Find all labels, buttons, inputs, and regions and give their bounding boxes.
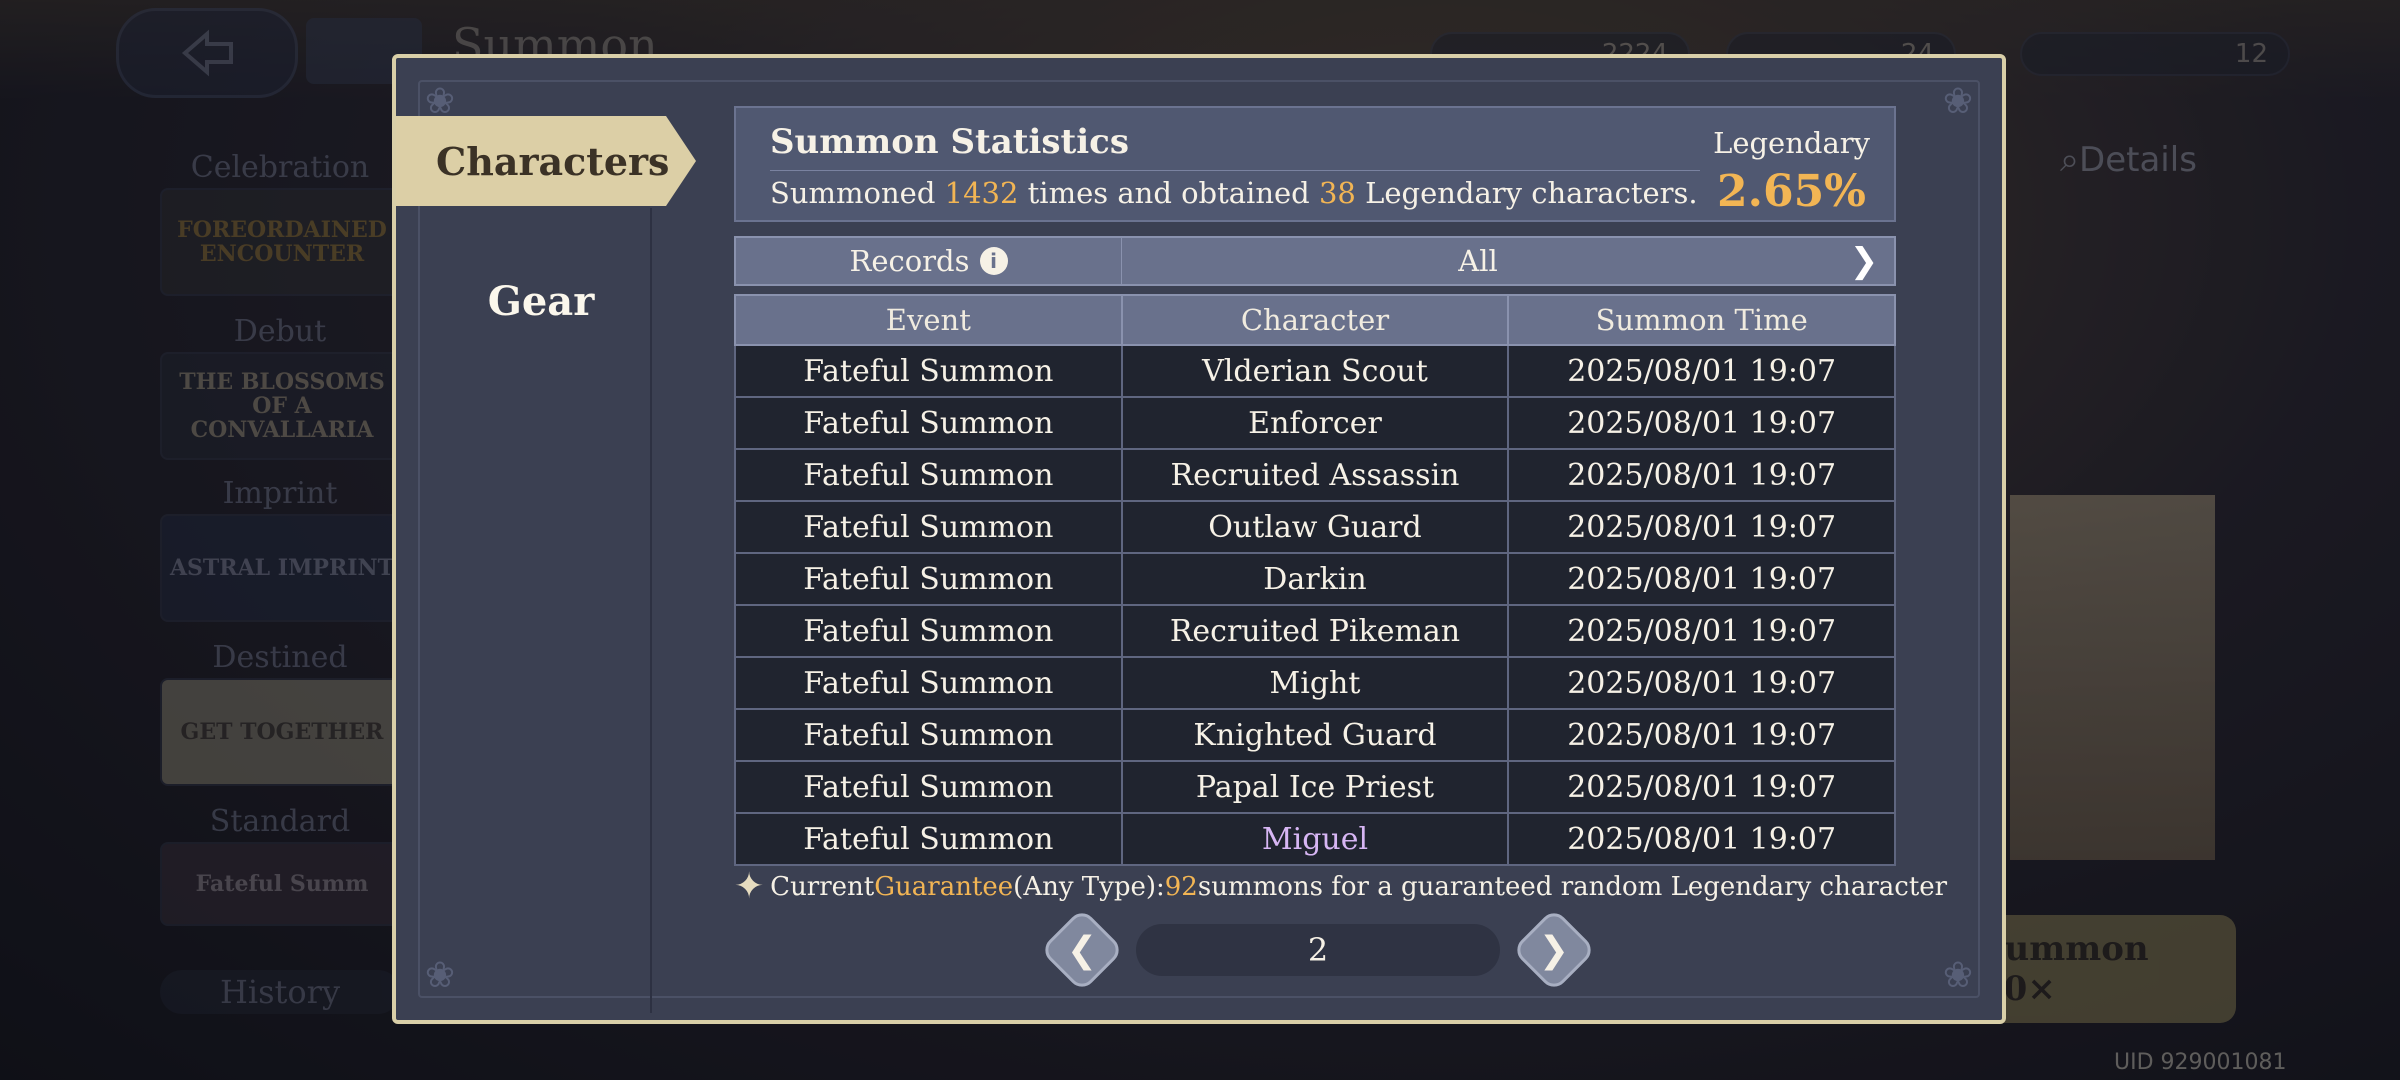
event-cell: Fateful Summon <box>734 656 1123 710</box>
column-header-event: Event <box>734 294 1123 346</box>
time-cell: 2025/08/01 19:07 <box>1507 708 1896 762</box>
guarantee-keyword: Guarantee <box>874 871 1014 902</box>
stats-title: Summon Statistics <box>770 122 1129 162</box>
time-cell: 2025/08/01 19:07 <box>1507 344 1896 398</box>
sparkle-icon: ✦ <box>734 866 765 907</box>
event-cell: Fateful Summon <box>734 604 1123 658</box>
legendary-rate: 2.65% <box>1717 166 1866 217</box>
guarantee-info: ✦ Current Guarantee (Any Type): 92 summo… <box>734 866 1948 907</box>
table-header-row: Event Character Summon Time <box>734 294 1896 346</box>
filter-dropdown[interactable]: All <box>1122 244 1834 278</box>
table-row: Fateful Summon Might 2025/08/01 19:07 <box>734 656 1896 710</box>
records-filter-bar: Records i All ❯ <box>734 236 1896 286</box>
corner-ornament-icon: ❀ <box>1942 955 1974 996</box>
character-cell: Recruited Assassin <box>1120 448 1510 502</box>
character-cell: Papal Ice Priest <box>1120 760 1510 814</box>
table-row: Fateful Summon Outlaw Guard 2025/08/01 1… <box>734 500 1896 554</box>
character-cell: Vlderian Scout <box>1120 344 1510 398</box>
table-row: Fateful Summon Enforcer 2025/08/01 19:07 <box>734 396 1896 450</box>
event-cell: Fateful Summon <box>734 760 1123 814</box>
character-cell: Recruited Pikeman <box>1120 604 1510 658</box>
table-row: Fateful Summon Miguel 2025/08/01 19:07 <box>734 812 1896 866</box>
summon-count: 1432 <box>944 176 1019 210</box>
event-cell: Fateful Summon <box>734 396 1123 450</box>
table-row: Fateful Summon Recruited Assassin 2025/0… <box>734 448 1896 502</box>
character-cell: Darkin <box>1120 552 1510 606</box>
event-cell: Fateful Summon <box>734 344 1123 398</box>
legendary-count: 38 <box>1318 176 1356 210</box>
event-cell: Fateful Summon <box>734 812 1123 866</box>
summon-history-modal: ❀ ❀ ❀ ❀ Characters Gear Summon Statistic… <box>392 54 2006 1024</box>
column-header-character: Character <box>1120 294 1510 346</box>
time-cell: 2025/08/01 19:07 <box>1507 604 1896 658</box>
info-icon[interactable]: i <box>979 247 1008 275</box>
chevron-right-icon[interactable]: ❯ <box>1834 241 1894 281</box>
time-cell: 2025/08/01 19:07 <box>1507 448 1896 502</box>
corner-ornament-icon: ❀ <box>424 955 456 996</box>
tab-characters[interactable]: Characters <box>396 116 696 206</box>
character-cell-legendary: Miguel <box>1120 812 1510 866</box>
legendary-label: Legendary <box>1713 126 1870 160</box>
column-header-summon-time: Summon Time <box>1507 294 1896 346</box>
character-cell: Enforcer <box>1120 396 1510 450</box>
character-cell: Outlaw Guard <box>1120 500 1510 554</box>
corner-ornament-icon: ❀ <box>1942 81 1974 122</box>
event-cell: Fateful Summon <box>734 708 1123 762</box>
table-row: Fateful Summon Darkin 2025/08/01 19:07 <box>734 552 1896 606</box>
character-cell: Knighted Guard <box>1120 708 1510 762</box>
time-cell: 2025/08/01 19:07 <box>1507 812 1896 866</box>
table-row: Fateful Summon Papal Ice Priest 2025/08/… <box>734 760 1896 814</box>
summon-records-table: Event Character Summon Time Fateful Summ… <box>734 294 1896 866</box>
time-cell: 2025/08/01 19:07 <box>1507 552 1896 606</box>
character-cell: Might <box>1120 656 1510 710</box>
event-cell: Fateful Summon <box>734 448 1123 502</box>
tab-gear[interactable]: Gear <box>396 266 686 336</box>
time-cell: 2025/08/01 19:07 <box>1507 396 1896 450</box>
time-cell: 2025/08/01 19:07 <box>1507 500 1896 554</box>
guarantee-count: 92 <box>1164 871 1198 902</box>
table-row: Fateful Summon Vlderian Scout 2025/08/01… <box>734 344 1896 398</box>
page-number: 2 <box>1136 924 1500 976</box>
event-cell: Fateful Summon <box>734 552 1123 606</box>
records-label: Records i <box>736 238 1122 284</box>
stats-divider <box>770 170 1700 171</box>
time-cell: 2025/08/01 19:07 <box>1507 656 1896 710</box>
table-row: Fateful Summon Knighted Guard 2025/08/01… <box>734 708 1896 762</box>
event-cell: Fateful Summon <box>734 500 1123 554</box>
summon-statistics-panel: Summon Statistics Summoned 1432 times an… <box>734 106 1896 222</box>
stats-summary: Summoned 1432 times and obtained 38 Lege… <box>770 176 1698 210</box>
table-row: Fateful Summon Recruited Pikeman 2025/08… <box>734 604 1896 658</box>
time-cell: 2025/08/01 19:07 <box>1507 760 1896 814</box>
